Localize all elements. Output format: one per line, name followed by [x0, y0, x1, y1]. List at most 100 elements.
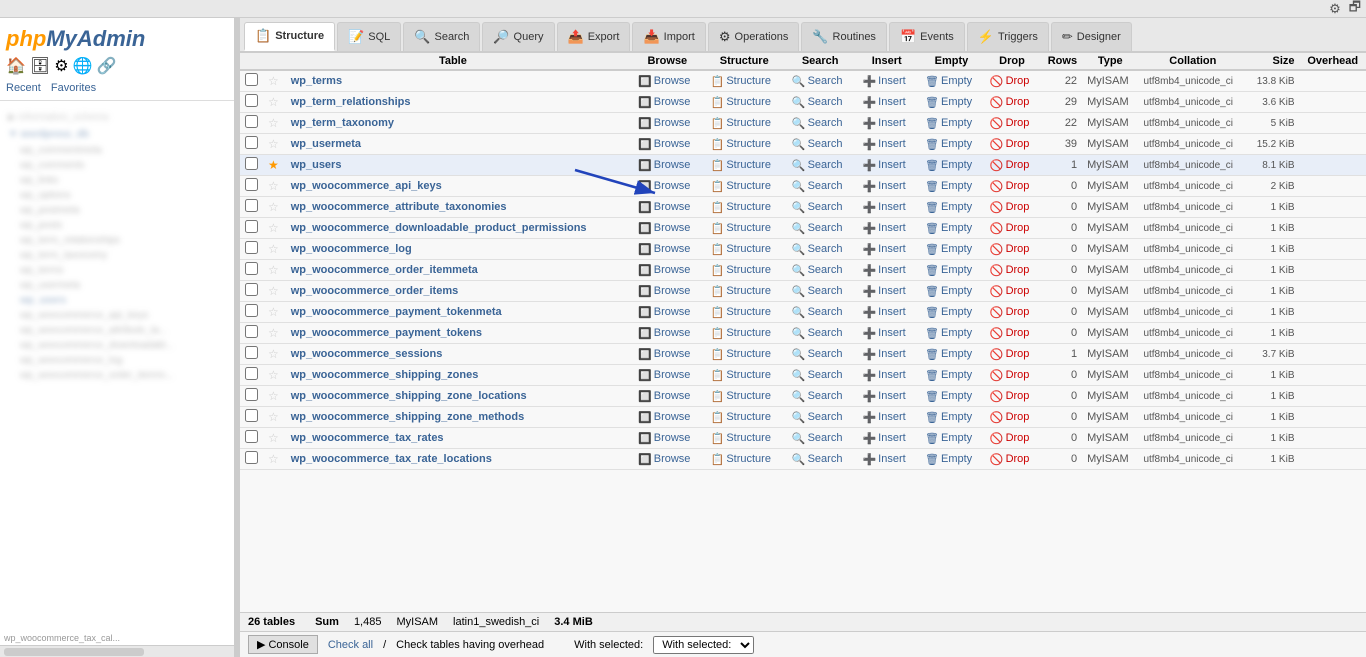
search-button[interactable]: 🔍 Search	[790, 264, 845, 277]
empty-button[interactable]: 🗑 Empty	[923, 285, 974, 298]
drop-button[interactable]: 🚫 Drop	[990, 390, 1030, 403]
insert-button[interactable]: ➕ Insert	[860, 369, 907, 382]
drop-button[interactable]: 🚫 Drop	[990, 306, 1030, 319]
structure-button[interactable]: 📋 Structure	[709, 432, 773, 445]
structure-button[interactable]: 📋 Structure	[709, 138, 773, 151]
structure-button[interactable]: 📋 Structure	[709, 117, 773, 130]
drop-button[interactable]: 🚫 Drop	[990, 138, 1030, 151]
drop-button[interactable]: 🚫 Drop	[990, 453, 1030, 466]
insert-button[interactable]: ➕ Insert	[860, 285, 907, 298]
search-button[interactable]: 🔍 Search	[790, 369, 845, 382]
row-checkbox[interactable]	[245, 346, 258, 359]
empty-button[interactable]: 🗑 Empty	[923, 138, 974, 151]
browse-button[interactable]: 🔲 Browse	[636, 432, 692, 445]
row-checkbox[interactable]	[245, 262, 258, 275]
insert-button[interactable]: ➕ Insert	[860, 201, 907, 214]
search-button[interactable]: 🔍 Search	[790, 75, 845, 88]
empty-button[interactable]: 🗑 Empty	[923, 306, 974, 319]
browse-button[interactable]: 🔲 Browse	[636, 243, 692, 256]
empty-button[interactable]: 🗑 Empty	[923, 96, 974, 109]
structure-button[interactable]: 📋 Structure	[709, 96, 773, 109]
favorite-star[interactable]: ☆	[268, 116, 279, 130]
empty-button[interactable]: 🗑 Empty	[923, 453, 974, 466]
structure-button[interactable]: 📋 Structure	[709, 327, 773, 340]
structure-button[interactable]: 📋 Structure	[709, 306, 773, 319]
insert-button[interactable]: ➕ Insert	[860, 432, 907, 445]
browse-button[interactable]: 🔲 Browse	[636, 285, 692, 298]
row-checkbox[interactable]	[245, 199, 258, 212]
tab-import[interactable]: 📥 Import	[632, 22, 705, 51]
insert-button[interactable]: ➕ Insert	[860, 75, 907, 88]
search-button[interactable]: 🔍 Search	[790, 390, 845, 403]
search-button[interactable]: 🔍 Search	[790, 327, 845, 340]
favorite-star[interactable]: ☆	[268, 326, 279, 340]
favorite-star[interactable]: ☆	[268, 452, 279, 466]
browse-button[interactable]: 🔲 Browse	[636, 201, 692, 214]
favorite-star[interactable]: ☆	[268, 200, 279, 214]
browse-button[interactable]: 🔲 Browse	[636, 222, 692, 235]
sidebar-scrollbar[interactable]	[0, 645, 234, 657]
drop-button[interactable]: 🚫 Drop	[990, 222, 1030, 235]
search-button[interactable]: 🔍 Search	[790, 117, 845, 130]
table-name-link[interactable]: wp_terms	[291, 75, 342, 87]
drop-button[interactable]: 🚫 Drop	[990, 96, 1030, 109]
row-checkbox[interactable]	[245, 220, 258, 233]
row-checkbox[interactable]	[245, 325, 258, 338]
recent-link[interactable]: Recent	[6, 82, 41, 94]
empty-button[interactable]: 🗑 Empty	[923, 327, 974, 340]
browse-button[interactable]: 🔲 Browse	[636, 453, 692, 466]
insert-button[interactable]: ➕ Insert	[860, 243, 907, 256]
tab-structure[interactable]: 📋 Structure	[244, 22, 335, 51]
browse-button[interactable]: 🔲 Browse	[636, 348, 692, 361]
search-button[interactable]: 🔍 Search	[790, 201, 845, 214]
browse-button[interactable]: 🔲 Browse	[636, 306, 692, 319]
browse-button[interactable]: 🔲 Browse	[636, 117, 692, 130]
favorite-star[interactable]: ☆	[268, 284, 279, 298]
drop-button[interactable]: 🚫 Drop	[990, 243, 1030, 256]
search-button[interactable]: 🔍 Search	[790, 411, 845, 424]
empty-button[interactable]: 🗑 Empty	[923, 348, 974, 361]
favorite-star[interactable]: ☆	[268, 242, 279, 256]
favorite-star[interactable]: ☆	[268, 95, 279, 109]
globe-icon[interactable]: 🌐	[73, 56, 93, 76]
browse-button[interactable]: 🔲 Browse	[636, 159, 692, 172]
browse-button[interactable]: 🔲 Browse	[636, 96, 692, 109]
structure-button[interactable]: 📋 Structure	[709, 264, 773, 277]
table-name-link[interactable]: wp_woocommerce_payment_tokens	[291, 327, 482, 339]
empty-button[interactable]: 🗑 Empty	[923, 264, 974, 277]
row-checkbox[interactable]	[245, 94, 258, 107]
insert-button[interactable]: ➕ Insert	[860, 222, 907, 235]
favorite-star[interactable]: ☆	[268, 431, 279, 445]
browse-button[interactable]: 🔲 Browse	[636, 180, 692, 193]
restore-icon[interactable]: 🗗	[1349, 0, 1361, 20]
table-name-link[interactable]: wp_woocommerce_shipping_zone_locations	[291, 390, 527, 402]
link-icon[interactable]: 🔗	[97, 56, 117, 76]
empty-button[interactable]: 🗑 Empty	[923, 432, 974, 445]
search-button[interactable]: 🔍 Search	[790, 159, 845, 172]
structure-button[interactable]: 📋 Structure	[709, 75, 773, 88]
empty-button[interactable]: 🗑 Empty	[923, 390, 974, 403]
structure-button[interactable]: 📋 Structure	[709, 390, 773, 403]
table-name-link[interactable]: wp_woocommerce_api_keys	[291, 180, 442, 192]
row-checkbox[interactable]	[245, 430, 258, 443]
favorite-star[interactable]: ☆	[268, 263, 279, 277]
tab-operations[interactable]: ⚙ Operations	[708, 22, 799, 51]
table-name-link[interactable]: wp_term_taxonomy	[291, 117, 394, 129]
browse-button[interactable]: 🔲 Browse	[636, 75, 692, 88]
insert-button[interactable]: ➕ Insert	[860, 306, 907, 319]
table-name-link[interactable]: wp_usermeta	[291, 138, 361, 150]
structure-button[interactable]: 📋 Structure	[709, 285, 773, 298]
empty-button[interactable]: 🗑 Empty	[923, 117, 974, 130]
search-button[interactable]: 🔍 Search	[790, 348, 845, 361]
console-button[interactable]: ▶ Console	[248, 635, 318, 654]
empty-button[interactable]: 🗑 Empty	[923, 411, 974, 424]
row-checkbox[interactable]	[245, 451, 258, 464]
drop-button[interactable]: 🚫 Drop	[990, 369, 1030, 382]
insert-button[interactable]: ➕ Insert	[860, 453, 907, 466]
table-name-link[interactable]: wp_term_relationships	[291, 96, 411, 108]
drop-button[interactable]: 🚫 Drop	[990, 117, 1030, 130]
table-name-link[interactable]: wp_woocommerce_order_itemmeta	[291, 264, 478, 276]
search-button[interactable]: 🔍 Search	[790, 138, 845, 151]
tab-search[interactable]: 🔍 Search	[403, 22, 480, 51]
empty-button[interactable]: 🗑 Empty	[923, 222, 974, 235]
